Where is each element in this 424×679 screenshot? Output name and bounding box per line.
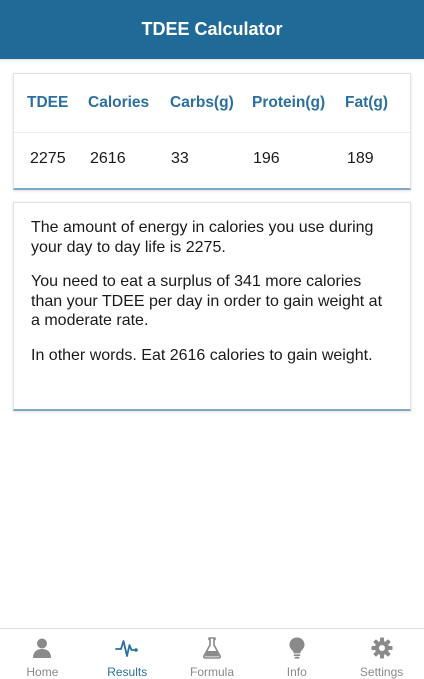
pulse-icon xyxy=(115,640,138,657)
nav-label-info: Info xyxy=(286,665,307,679)
summary-card: The amount of energy in calories you use… xyxy=(13,202,411,411)
nav-label-home: Home xyxy=(26,665,59,679)
page-title: TDEE Calculator xyxy=(141,19,283,39)
summary-paragraph-conclusion: In other words. Eat 2616 calories to gai… xyxy=(31,346,373,364)
column-header-protein: Protein(g) xyxy=(252,94,326,111)
bottom-navigation: Home Results Formula Info Settings xyxy=(0,628,424,679)
macros-table-card: TDEE Calories Carbs(g) Protein(g) Fat(g)… xyxy=(13,73,411,190)
cell-tdee: 2275 xyxy=(30,150,66,167)
app-header: TDEE Calculator xyxy=(0,0,424,59)
cell-carbs: 33 xyxy=(171,150,189,167)
table-header-row: TDEE Calories Carbs(g) Protein(g) Fat(g) xyxy=(14,74,410,133)
nav-label-settings: Settings xyxy=(359,665,404,679)
cell-fat: 189 xyxy=(347,150,374,167)
nav-item-home[interactable]: Home xyxy=(0,629,85,679)
summary-paragraph-energy: The amount of energy in calories you use… xyxy=(31,219,374,256)
nav-item-info[interactable]: Info xyxy=(254,629,339,679)
table-row: 2275 2616 33 196 189 xyxy=(14,133,410,185)
summary-paragraph-surplus: You need to eat a surplus of 341 more ca… xyxy=(31,273,383,329)
column-header-calories: Calories xyxy=(88,94,150,111)
nav-item-formula[interactable]: Formula xyxy=(170,629,255,679)
flask-icon xyxy=(202,637,221,659)
column-header-carbs: Carbs(g) xyxy=(170,94,234,111)
nav-label-results: Results xyxy=(107,665,148,679)
nav-item-results[interactable]: Results xyxy=(85,629,170,679)
nav-label-formula: Formula xyxy=(189,665,234,679)
gear-icon xyxy=(371,637,393,659)
cell-protein: 196 xyxy=(253,150,280,167)
column-header-fat: Fat(g) xyxy=(345,94,389,111)
column-header-tdee: TDEE xyxy=(27,94,69,111)
lightbulb-icon xyxy=(289,637,305,659)
app-root: TDEE Calculator TDEE Calories Carbs(g) P… xyxy=(0,0,424,679)
nav-item-settings[interactable]: Settings xyxy=(339,629,424,679)
person-icon xyxy=(33,638,52,658)
cell-calories: 2616 xyxy=(90,150,126,167)
